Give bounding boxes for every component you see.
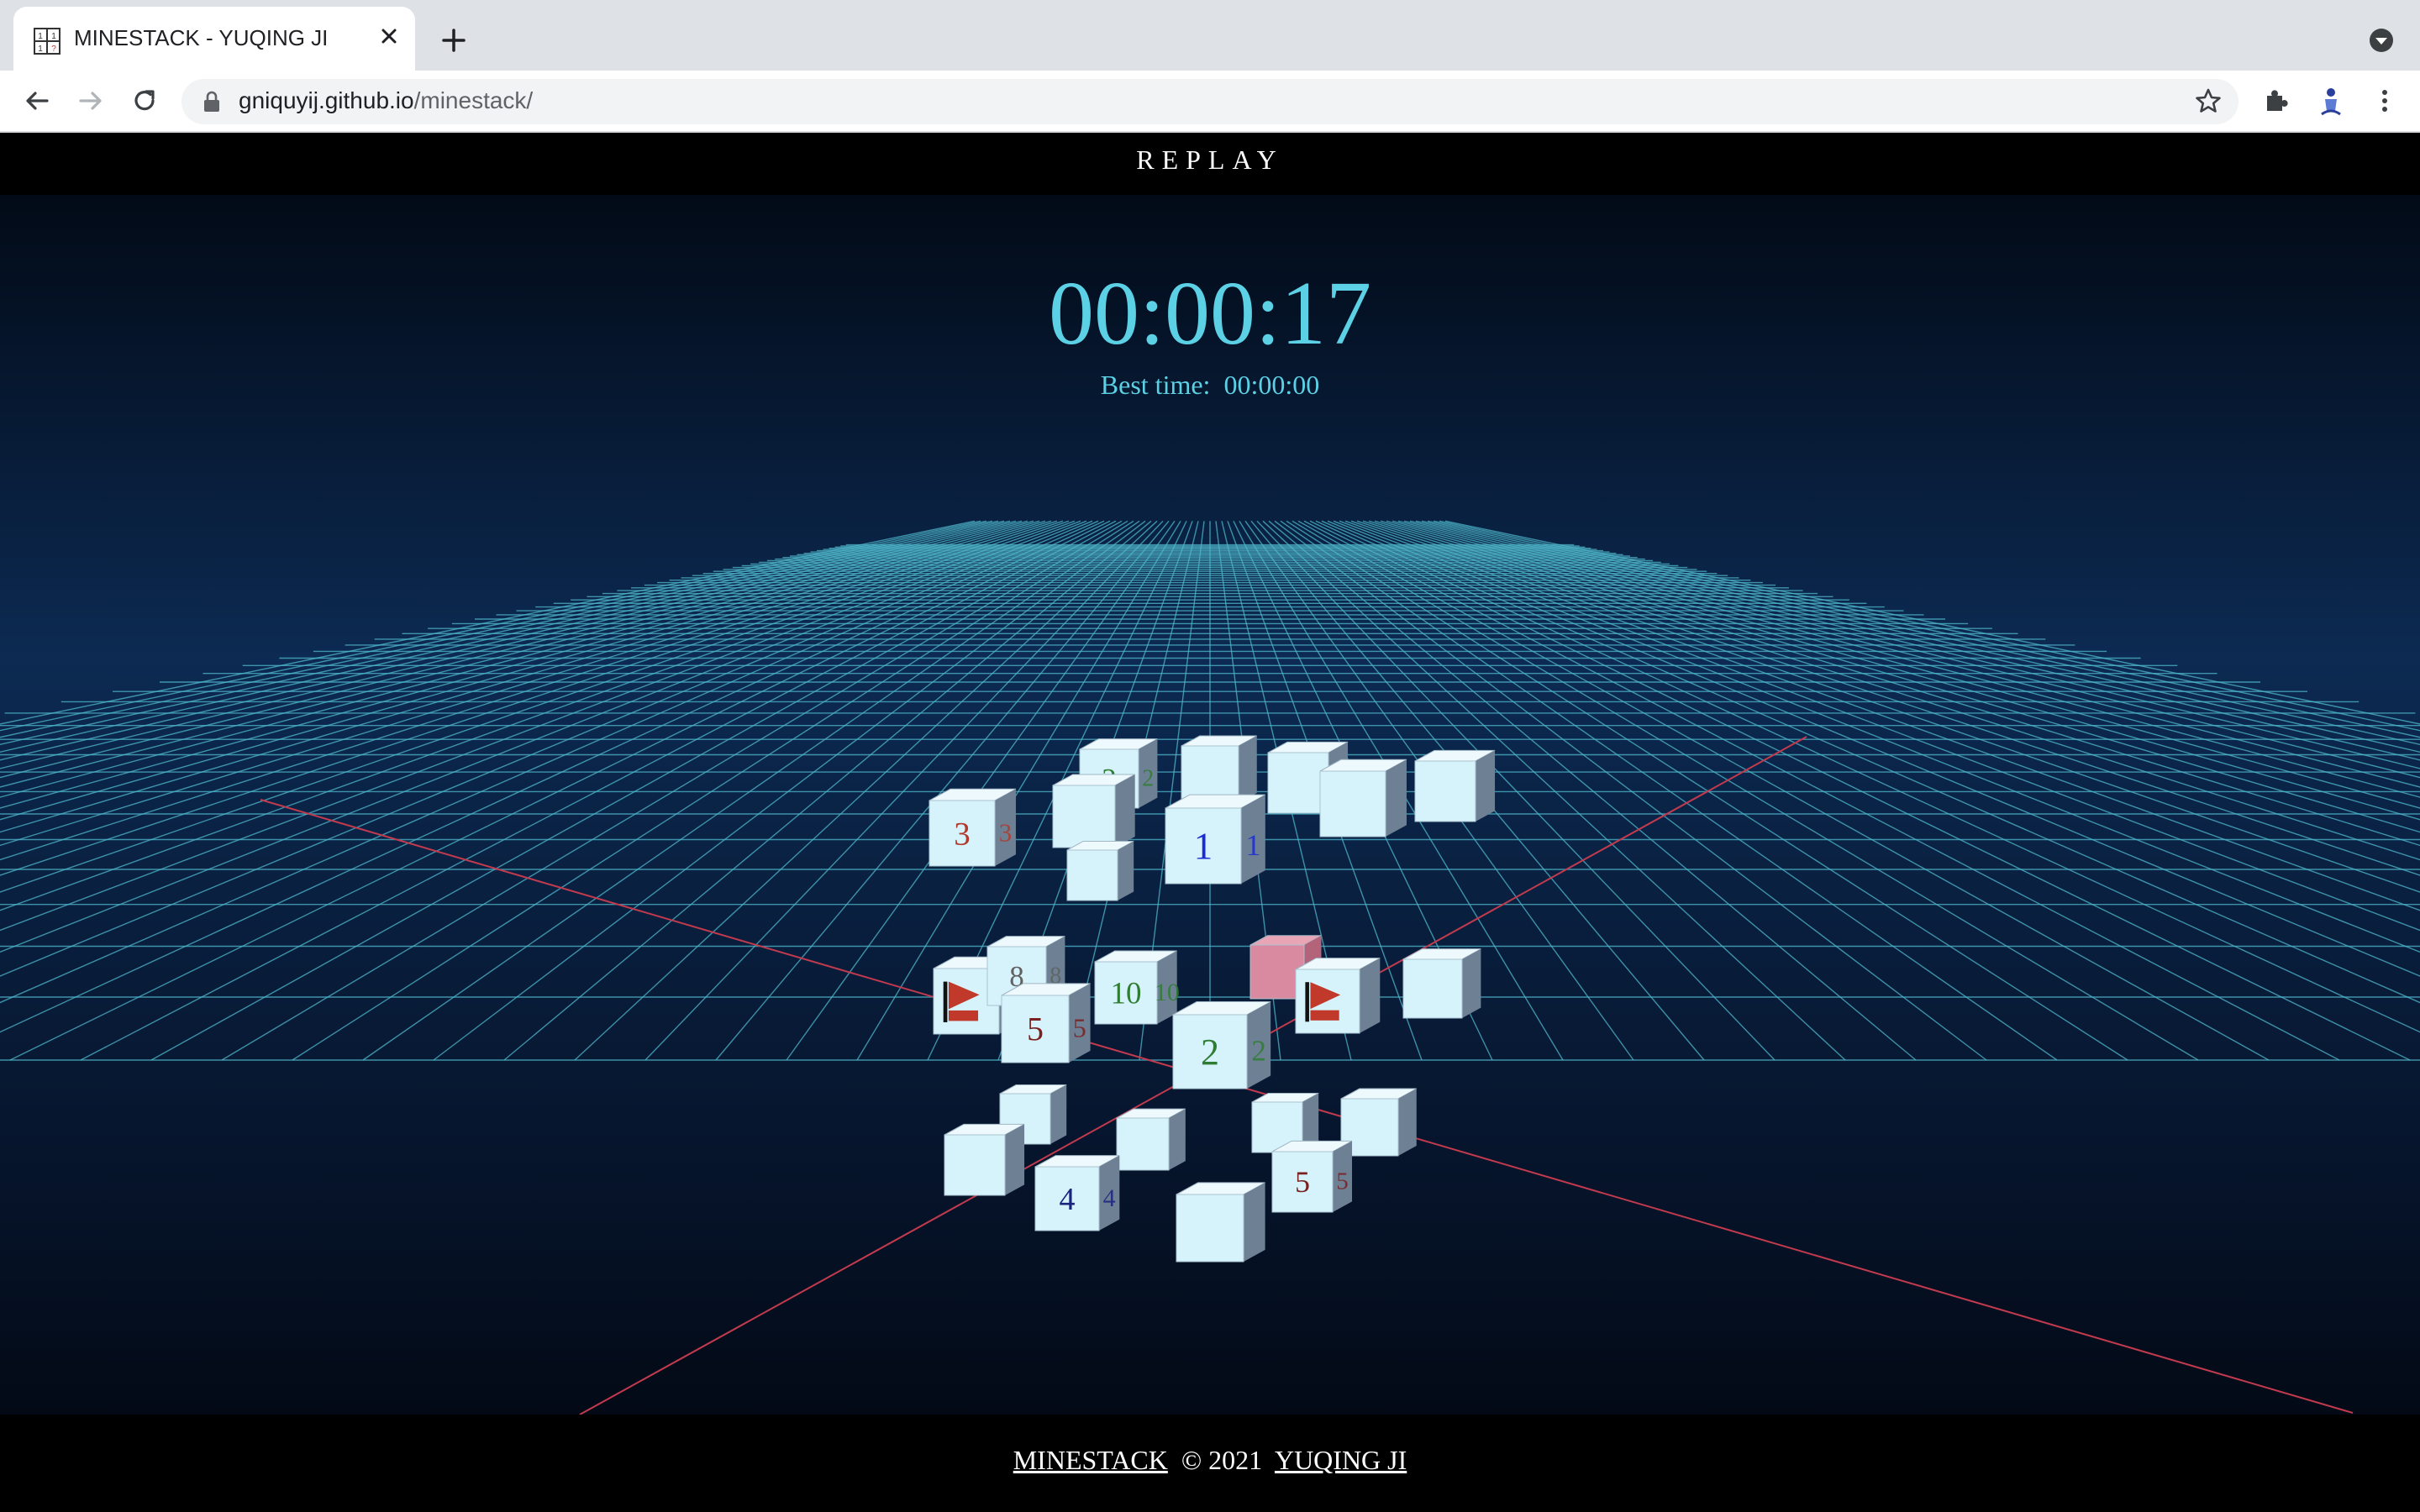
back-arrow-icon[interactable] xyxy=(20,84,54,118)
extensions-puzzle-icon[interactable] xyxy=(2260,86,2291,116)
footer-text: MINESTACK © 2021 YUQING JI xyxy=(0,1445,2420,1476)
cube-c19[interactable] xyxy=(1116,1108,1186,1171)
url-text[interactable]: gniquyij.github.io/minestack/ xyxy=(239,87,533,114)
footer-game-link[interactable]: MINESTACK xyxy=(1013,1445,1168,1475)
url-path: /minestack/ xyxy=(413,87,534,113)
bookmark-star-icon[interactable] xyxy=(2193,86,2223,116)
lock-icon[interactable] xyxy=(202,91,222,113)
cube-number: 10 xyxy=(1111,977,1142,1011)
footer-author-link[interactable]: YUQING JI xyxy=(1275,1445,1407,1475)
cube-side-number: 5 xyxy=(1336,1168,1349,1195)
ground-axis-lines xyxy=(260,736,2354,1415)
browser-menu-kebab-icon[interactable] xyxy=(2370,86,2400,116)
replay-button[interactable]: REPLAY xyxy=(0,144,2420,176)
cube-number: 5 xyxy=(1295,1165,1310,1199)
cube-number: 2 xyxy=(1201,1032,1219,1073)
cube-side-number: 2 xyxy=(1142,765,1154,791)
minesweeper-favicon-icon: 1 1 1 ? xyxy=(34,28,60,55)
tab-title: MINESTACK - YUQING JI xyxy=(74,25,329,50)
cube-side-number: 5 xyxy=(1073,1013,1086,1043)
svg-text:1: 1 xyxy=(38,32,43,41)
cube-c24[interactable]: 55 xyxy=(1271,1140,1353,1213)
tab-search-dropdown-icon[interactable] xyxy=(2368,27,2395,54)
cube-c12[interactable]: 10 10 xyxy=(1094,950,1180,1025)
cube-number: 1 xyxy=(1194,825,1213,867)
cube-c16[interactable]: 55 xyxy=(1001,983,1091,1063)
svg-text:1: 1 xyxy=(51,32,56,41)
cube-c4[interactable] xyxy=(1319,759,1407,837)
cube-c15[interactable] xyxy=(1402,948,1481,1019)
best-time-value: 00:00:00 xyxy=(1223,370,1320,400)
url-host: gniquyij.github.io xyxy=(239,87,414,113)
cube-c23[interactable]: 44 xyxy=(1034,1155,1120,1231)
close-tab-icon[interactable] xyxy=(375,22,403,50)
cube-side-number: 10 xyxy=(1155,979,1180,1006)
cube-c14[interactable] xyxy=(1295,958,1381,1034)
profile-avatar-icon[interactable] xyxy=(2312,82,2349,119)
new-tab-plus-icon[interactable] xyxy=(437,24,471,57)
cube-c2[interactable] xyxy=(1181,735,1258,804)
cube-number: 5 xyxy=(1027,1011,1044,1048)
cube-c8[interactable]: 11 xyxy=(1165,794,1266,885)
footer-copyright: © 2021 xyxy=(1167,1445,1275,1475)
cube-c22[interactable] xyxy=(944,1123,1025,1196)
cube-side-number: 3 xyxy=(999,817,1013,847)
cube-c25[interactable] xyxy=(1176,1182,1265,1263)
cube-side-number: 2 xyxy=(1251,1035,1266,1068)
cube-c7[interactable] xyxy=(1052,774,1135,848)
cube-c17[interactable]: 22 xyxy=(1172,1001,1271,1089)
cube-c6[interactable]: 33 xyxy=(929,788,1017,867)
cube-c9[interactable] xyxy=(1066,840,1134,901)
cube-stack[interactable]: 22331188101055224455 xyxy=(929,735,1496,1263)
forward-arrow-icon[interactable] xyxy=(74,84,108,118)
cube-number: 4 xyxy=(1060,1182,1076,1217)
game-timer: 00:00:17 xyxy=(1048,264,1371,364)
best-time-label: Best time: xyxy=(1100,370,1211,400)
svg-text:?: ? xyxy=(51,45,56,54)
cube-c5[interactable] xyxy=(1414,749,1496,822)
reload-icon[interactable] xyxy=(128,84,161,118)
cube-c21[interactable] xyxy=(1340,1088,1418,1157)
cube-side-number: 4 xyxy=(1103,1184,1116,1212)
cube-side-number: 1 xyxy=(1245,828,1260,862)
svg-text:1: 1 xyxy=(38,45,43,54)
best-time: Best time: 00:00:00 xyxy=(0,370,2420,401)
cube-number: 3 xyxy=(954,816,971,852)
